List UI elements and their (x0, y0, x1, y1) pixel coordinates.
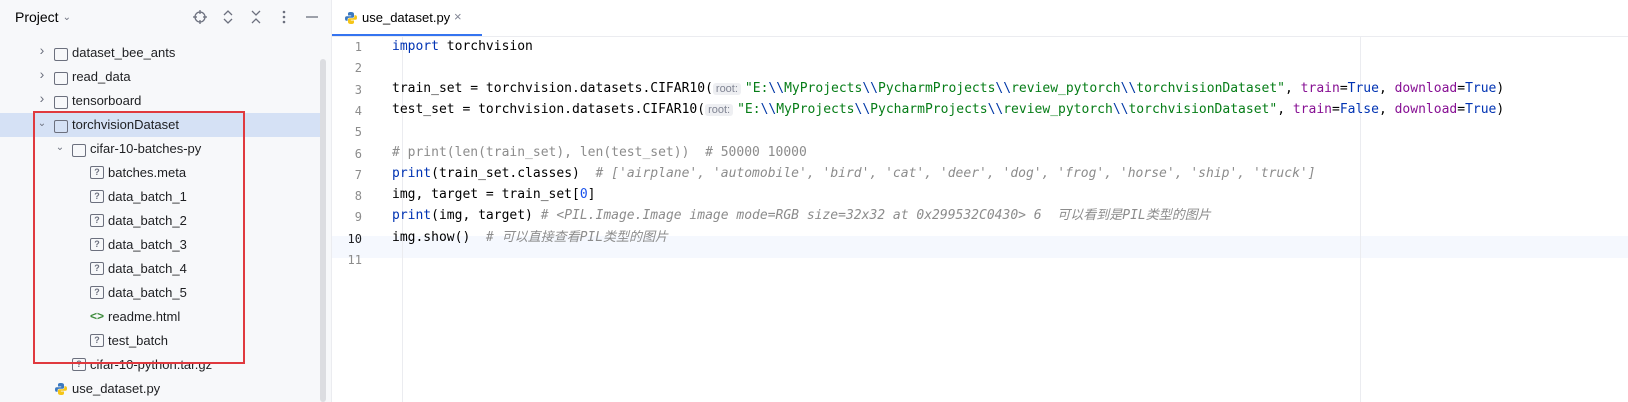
python-file-icon (345, 12, 357, 24)
hide-panel-icon[interactable] (303, 8, 321, 26)
editor-tab-bar: use_dataset.py × (332, 0, 1628, 37)
code-line-1: import torchvision (392, 39, 533, 54)
line-number: 8 (354, 189, 362, 204)
expand-all-icon[interactable] (219, 8, 237, 26)
code-line-6: # print(len(train_set), len(test_set)) #… (392, 145, 807, 160)
editor: use_dataset.py × 1 2 3 4 5 6 7 8 9 10 11 import to… (332, 0, 1628, 402)
line-number: 6 (354, 146, 362, 161)
folder-icon (54, 72, 68, 85)
tree-item-label: read_data (72, 69, 131, 84)
code-line-3: train_set = torchvision.datasets.CIFAR10… (392, 81, 1505, 96)
highlight-box (33, 111, 245, 364)
tree-item-label: use_dataset.py (72, 381, 161, 396)
locate-icon[interactable] (191, 8, 209, 26)
code-line-4: test_set = torchvision.datasets.CIFAR10(… (392, 102, 1505, 117)
more-options-icon[interactable] (275, 8, 293, 26)
line-number: 2 (354, 61, 362, 76)
tree-item[interactable]: › tensorboard (0, 89, 320, 113)
tree-item-label: dataset_bee_ants (72, 45, 176, 60)
folder-icon (54, 48, 68, 61)
project-header: Project ⌄ (0, 0, 331, 36)
param-hint-root: root: (705, 104, 734, 116)
code-line-10: img.show() # 可以直接查看PIL类型的图片 (392, 230, 669, 245)
tree-item[interactable]: › read_data (0, 65, 320, 89)
code-line-8: img, target = train_set[0] (392, 187, 596, 202)
python-file-icon (54, 382, 68, 395)
chevron-down-icon: ⌄ (62, 11, 71, 23)
line-number: 7 (354, 167, 362, 182)
line-number: 4 (354, 103, 362, 118)
chevron-right-icon[interactable]: › (36, 43, 48, 57)
project-panel: Project ⌄ › dataset_bee_ants › read_data › te… (0, 0, 332, 402)
folder-icon (54, 96, 68, 109)
project-scrollbar[interactable] (320, 59, 326, 402)
line-number: 1 (354, 40, 362, 54)
code-area[interactable]: import torchvision train_set = torchvisi… (392, 0, 1504, 255)
close-icon[interactable]: × (454, 9, 462, 24)
line-number: 10 (347, 231, 362, 246)
code-line-7: print(train_set.classes) # ['airplane', … (392, 166, 1316, 181)
tree-item[interactable]: use_dataset.py (0, 377, 320, 401)
chevron-right-icon[interactable]: › (36, 67, 48, 81)
tree-item-label: tensorboard (72, 93, 142, 108)
project-title: Project (15, 9, 59, 25)
chevron-right-icon[interactable]: › (36, 91, 48, 105)
param-hint-root: root: (712, 83, 741, 95)
line-number: 11 (347, 253, 362, 267)
line-number: 5 (354, 125, 362, 140)
code-line-9: print(img, target) # <PIL.Image.Image im… (392, 208, 1211, 223)
line-number: 9 (354, 210, 362, 225)
project-toolbar (191, 8, 321, 26)
tree-item[interactable]: › dataset_bee_ants (0, 41, 320, 65)
line-number: 3 (354, 82, 362, 97)
collapse-all-icon[interactable] (247, 8, 265, 26)
project-view-selector[interactable]: Project ⌄ (15, 9, 71, 25)
